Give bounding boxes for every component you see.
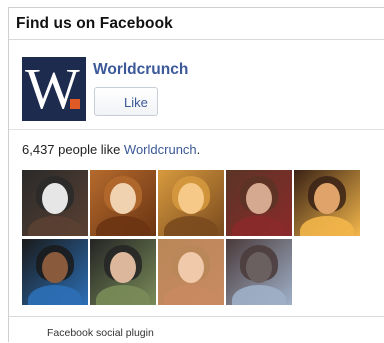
avatar-shoulders	[232, 285, 286, 305]
page-info: W Worldcrunch Like	[9, 40, 384, 130]
fan-avatar[interactable]	[90, 170, 156, 236]
facebook-like-box: Find us on Facebook W Worldcrunch Like 6…	[8, 7, 384, 342]
logo-letter: W	[25, 57, 80, 121]
fan-avatar[interactable]	[294, 170, 360, 236]
fan-avatar[interactable]	[158, 170, 224, 236]
likes-suffix: .	[196, 142, 201, 157]
fan-avatar[interactable]	[22, 170, 88, 236]
fan-avatar[interactable]	[226, 239, 292, 305]
avatar-shoulders	[164, 285, 218, 305]
avatar-shoulders	[232, 216, 286, 236]
avatar-face	[246, 183, 272, 214]
likes-count-line: 6,437 people like Worldcrunch.	[22, 142, 200, 157]
widget-footer: Facebook social plugin	[9, 316, 384, 343]
avatar-shoulders	[96, 285, 150, 305]
social-plugin-label: Facebook social plugin	[47, 327, 154, 339]
avatar-face	[42, 183, 68, 214]
page-logo[interactable]: W	[22, 57, 86, 121]
avatar-face	[178, 183, 204, 214]
like-button-label: Like	[124, 95, 148, 110]
page-name-link[interactable]: Worldcrunch	[93, 61, 188, 79]
fan-avatar[interactable]	[226, 170, 292, 236]
widget-title: Find us on Facebook	[16, 15, 173, 32]
avatar-shoulders	[96, 216, 150, 236]
avatar-face	[246, 252, 272, 283]
avatar-face	[110, 183, 136, 214]
like-button[interactable]: Like	[94, 87, 158, 116]
fan-avatar[interactable]	[90, 239, 156, 305]
likes-count-text: 6,437 people like	[22, 142, 124, 157]
avatar-shoulders	[28, 216, 82, 236]
avatar-shoulders	[300, 216, 354, 236]
fan-avatar[interactable]	[22, 239, 88, 305]
avatar-face	[314, 183, 340, 214]
avatar-shoulders	[164, 216, 218, 236]
avatar-face	[178, 252, 204, 283]
avatar-shoulders	[28, 285, 82, 305]
avatar-face	[42, 252, 68, 283]
page-name-inline-link[interactable]: Worldcrunch	[124, 142, 197, 157]
logo-accent-square	[70, 99, 80, 109]
avatar-face	[110, 252, 136, 283]
widget-header: Find us on Facebook	[9, 8, 384, 40]
fan-avatar[interactable]	[158, 239, 224, 305]
fan-faces-grid	[22, 170, 362, 306]
